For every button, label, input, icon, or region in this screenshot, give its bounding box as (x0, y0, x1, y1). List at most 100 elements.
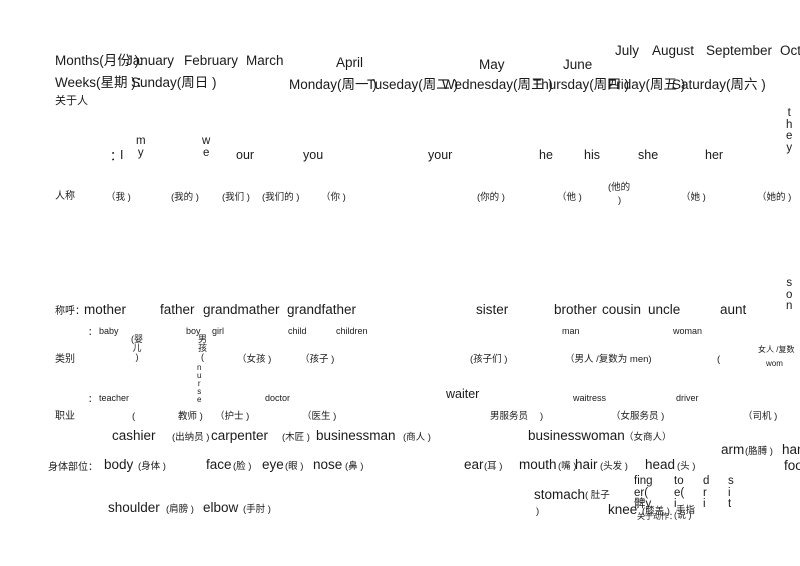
occupation-nurse: n u r s e (197, 363, 202, 404)
body-nose: nose (313, 457, 343, 472)
pronoun-my: m y (136, 135, 146, 159)
body-eye: eye (262, 457, 284, 472)
gloss-nurse: （护士 ) (215, 411, 250, 422)
gloss-my: (我的 ) (171, 192, 199, 203)
gloss-doctor: （医生 ) (302, 411, 337, 422)
category-children: children (336, 326, 368, 336)
family-mother: mother (84, 302, 127, 317)
month-june: June (563, 57, 593, 72)
gloss-carpenter: (木匠 ) (282, 432, 310, 443)
body-body: body (104, 457, 134, 472)
month-april: April (336, 55, 364, 70)
gloss-his-a: (他的 (608, 182, 631, 193)
gloss-waiter: 男服务员 (490, 411, 529, 422)
gloss-teacher: 教师 ) (178, 411, 203, 422)
occupation-doctor: doctor (265, 393, 291, 403)
pronoun-our: our (236, 148, 255, 162)
pronoun-they: t h e y (786, 107, 793, 154)
gloss-he: （他 ) (557, 192, 582, 203)
gloss-child: （孩子 ) (300, 354, 335, 365)
gloss-our: (我们的 ) (262, 192, 300, 203)
gloss-stomach-close: ) (536, 506, 540, 517)
gloss-face: (脸 ) (233, 461, 252, 472)
gloss-head: (头 ) (677, 461, 696, 472)
category-row-label: 类别 (55, 354, 75, 365)
gloss-she: （她 ) (681, 192, 706, 203)
weekday-sunday: Sunday(周日 ) (131, 75, 217, 90)
about-people-heading: 关于人 (55, 95, 88, 107)
month-january: January (126, 53, 175, 68)
gloss-businessman: (商人 ) (403, 432, 431, 443)
weekday-monday: Monday(周一 ) (289, 77, 377, 92)
gloss-waitress: （女服务员 ) (611, 411, 665, 422)
pronoun-she: she (638, 148, 659, 162)
body-finger-wrapped: fing er( 髀y (634, 475, 653, 510)
family-son: s o n (786, 277, 793, 312)
family-grandmather: grandmather (203, 302, 280, 317)
month-october: October (780, 43, 800, 58)
body-stomach: stomach (534, 487, 586, 502)
pronoun-row-label: 人称 (55, 191, 75, 202)
occupation-businessman: businessman (316, 428, 396, 443)
gloss-hair: (头发 ) (600, 461, 628, 472)
category-woman: woman (673, 326, 703, 336)
body-elbow: elbow (203, 500, 239, 515)
family-grandfather: grandfather (287, 302, 357, 317)
weekday-saturday: Saturday(周六 ) (672, 77, 766, 92)
gloss-children: (孩子们 ) (470, 354, 508, 365)
gloss-arm: (胳膊 ) (745, 446, 773, 457)
month-february: February (184, 53, 239, 68)
month-august: August (652, 43, 695, 58)
family-uncle: uncle (648, 302, 681, 317)
body-hair: hair (575, 457, 598, 472)
gloss-body: (身体 ) (138, 461, 166, 472)
gloss-cashier: (出纳员 ) (172, 432, 210, 443)
occupation-teacher: teacher (99, 393, 130, 403)
pronoun-his: his (584, 148, 600, 162)
gloss-we: (我们 ) (222, 192, 250, 203)
pronoun-he: he (539, 148, 553, 162)
actions-heading: 关于动作： (637, 512, 677, 521)
occupation-waiter: waiter (446, 387, 480, 401)
gloss-driver: （司机 ) (743, 411, 778, 422)
category-man: man (562, 326, 580, 336)
gloss-nose: (鼻 ) (345, 461, 364, 472)
category-baby: baby (99, 326, 119, 336)
body-hand: hand (782, 442, 800, 457)
gloss-woman-open: ( (717, 354, 721, 365)
gloss-man: （男人 /复数为 men) (565, 354, 652, 365)
family-father: father (160, 302, 195, 317)
family-brother: brother (554, 302, 597, 317)
family-aunt: aunt (720, 302, 747, 317)
gloss-boy: 男 孩 ( (198, 334, 208, 362)
gloss-his-b: ) (618, 195, 622, 206)
gloss-businesswoman: （女商人） (624, 432, 672, 443)
body-mouth: mouth (519, 457, 557, 472)
body-parts-row-label: 身体部位： (48, 462, 98, 473)
month-september: September (706, 43, 773, 58)
body-head: head (645, 457, 676, 472)
gloss-waiter-close: ) (540, 411, 544, 422)
occupation-row-label: 职业 (55, 411, 75, 422)
occupation-driver: driver (676, 393, 699, 403)
body-sit-wrapped: s i t (728, 475, 734, 510)
gloss-your: (你的 ) (477, 192, 505, 203)
gloss-stomach-open: ( 肚子 (585, 490, 610, 501)
occupation-businesswoman: businesswoman (528, 428, 625, 443)
gloss-i: （我 ) (106, 192, 131, 203)
pronoun-you: you (303, 148, 324, 162)
category-child: child (288, 326, 307, 336)
occupation-carpenter: carpenter (211, 428, 269, 443)
month-july: July (615, 43, 640, 58)
gloss-woman-b: wom (766, 359, 783, 368)
gloss-girl: （女孩 ) (237, 354, 272, 365)
gloss-her: （她的 ) (757, 192, 792, 203)
gloss-baby: (婴 儿 ) (131, 334, 143, 362)
family-sister: sister (476, 302, 509, 317)
category-colon: ： (88, 327, 98, 337)
month-may: May (479, 57, 505, 72)
gloss-ear: (耳 ) (484, 461, 503, 472)
gloss-teacher-open: ( (132, 411, 136, 422)
occupation-waitress: waitress (573, 393, 607, 403)
occupation-cashier: cashier (112, 428, 156, 443)
